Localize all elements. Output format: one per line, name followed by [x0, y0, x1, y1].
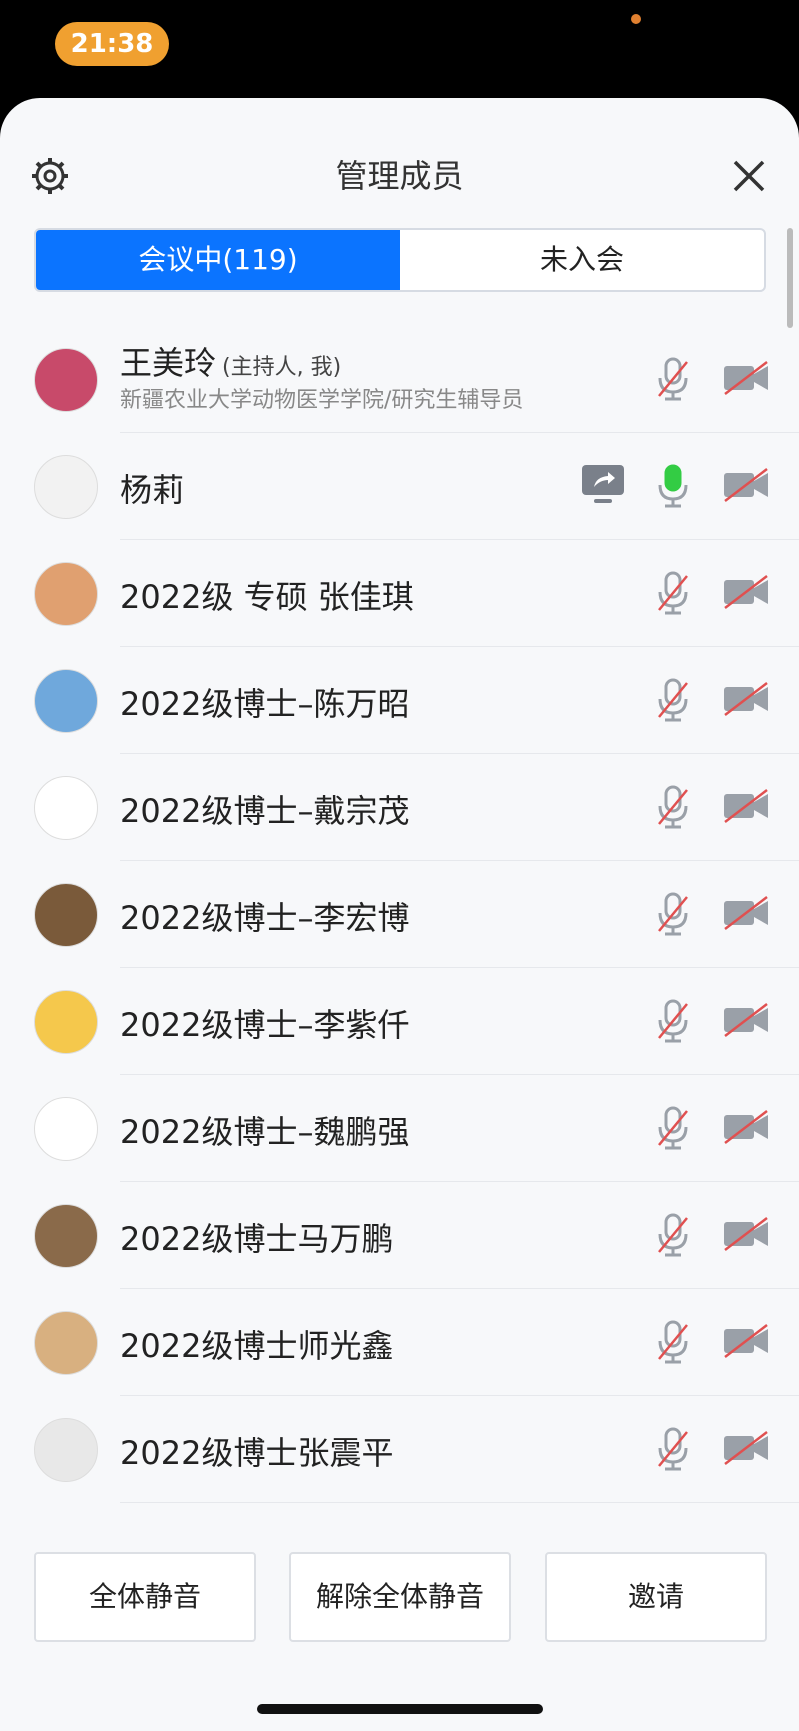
mic-active-icon[interactable]: [656, 463, 690, 509]
member-name-text: 杨莉: [120, 471, 185, 509]
camera-off-icon[interactable]: [722, 1109, 770, 1145]
avatar: [34, 455, 98, 519]
mic-muted-icon[interactable]: [656, 998, 690, 1044]
home-indicator: [257, 1704, 543, 1714]
invite-button[interactable]: 邀请: [545, 1552, 767, 1642]
member-row[interactable]: 2022级博士–陈万昭: [0, 647, 799, 754]
member-row[interactable]: 2022级博士–李紫仟: [0, 968, 799, 1075]
member-name: 2022级博士–戴宗茂: [120, 786, 409, 832]
mute-all-button[interactable]: 全体静音: [34, 1552, 256, 1642]
tab-not-joined[interactable]: 未入会: [400, 230, 764, 290]
tab-in-meeting[interactable]: 会议中(119): [36, 230, 400, 290]
mic-muted-icon[interactable]: [656, 1426, 690, 1472]
mic-muted-icon[interactable]: [656, 570, 690, 616]
avatar: [34, 990, 98, 1054]
mic-muted-icon[interactable]: [656, 1319, 690, 1365]
member-name: 杨莉: [120, 465, 184, 511]
member-role-tag: (主持人, 我): [222, 355, 342, 380]
member-name: 2022级博士–李紫仟: [120, 1000, 409, 1046]
member-row[interactable]: 2022级 专硕 张佳琪: [0, 540, 799, 647]
member-row[interactable]: 2022级博士张震平: [0, 1396, 799, 1503]
status-time: 21:38: [55, 22, 169, 66]
camera-off-icon[interactable]: [722, 1430, 770, 1466]
footer-actions: 全体静音 解除全体静音 邀请: [0, 1534, 799, 1731]
member-list: 王美玲 (主持人, 我) 新疆农业大学动物医学学院/研究生辅导员杨莉 2022级 专硕…: [0, 326, 799, 1632]
member-tabs: 会议中(119) 未入会: [34, 228, 766, 292]
avatar: [34, 1418, 98, 1482]
camera-off-icon[interactable]: [722, 1323, 770, 1359]
camera-off-icon[interactable]: [722, 788, 770, 824]
camera-off-icon[interactable]: [722, 360, 770, 396]
member-name-text: 2022级博士–李紫仟: [120, 1006, 410, 1044]
camera-off-icon[interactable]: [722, 467, 770, 503]
member-name: 2022级博士师光鑫: [120, 1321, 393, 1367]
camera-off-icon[interactable]: [722, 681, 770, 717]
member-name: 2022级博士–魏鹏强: [120, 1107, 409, 1153]
member-name-text: 2022级 专硕 张佳琪: [120, 578, 414, 616]
member-row[interactable]: 2022级博士–李宏博: [0, 861, 799, 968]
close-icon[interactable]: [729, 156, 769, 196]
status-bar: 21:38: [0, 0, 799, 100]
camera-off-icon[interactable]: [722, 895, 770, 931]
mic-muted-icon[interactable]: [656, 891, 690, 937]
unmute-all-button[interactable]: 解除全体静音: [289, 1552, 511, 1642]
mic-muted-icon[interactable]: [656, 1105, 690, 1151]
mic-muted-icon[interactable]: [656, 356, 690, 402]
page-title: 管理成员: [335, 157, 464, 195]
avatar: [34, 1204, 98, 1268]
member-name: 2022级博士–陈万昭: [120, 679, 409, 725]
member-name: 王美玲 (主持人, 我): [120, 338, 341, 384]
avatar: [34, 1311, 98, 1375]
mic-muted-icon[interactable]: [656, 784, 690, 830]
member-row[interactable]: 2022级博士马万鹏: [0, 1182, 799, 1289]
member-row[interactable]: 王美玲 (主持人, 我) 新疆农业大学动物医学学院/研究生辅导员: [0, 326, 799, 433]
member-name-text: 2022级博士–李宏博: [120, 899, 410, 937]
member-row[interactable]: 2022级博士师光鑫: [0, 1289, 799, 1396]
member-name: 2022级 专硕 张佳琪: [120, 572, 414, 618]
avatar: [34, 1097, 98, 1161]
camera-off-icon[interactable]: [722, 574, 770, 610]
member-name-text: 2022级博士张震平: [120, 1434, 394, 1472]
member-name-text: 2022级博士–戴宗茂: [120, 792, 410, 830]
member-name-text: 2022级博士–陈万昭: [120, 685, 410, 723]
member-row[interactable]: 2022级博士–魏鹏强: [0, 1075, 799, 1182]
manage-members-sheet: 管理成员 会议中(119) 未入会 王美玲 (主持人, 我) 新疆农业大学动物医学学…: [0, 98, 799, 1731]
avatar: [34, 562, 98, 626]
member-name-text: 2022级博士马万鹏: [120, 1220, 394, 1258]
avatar: [34, 776, 98, 840]
member-row[interactable]: 2022级博士–戴宗茂: [0, 754, 799, 861]
member-name-text: 2022级博士–魏鹏强: [120, 1113, 410, 1151]
scrollbar[interactable]: [787, 228, 793, 328]
avatar: [34, 883, 98, 947]
mic-muted-icon[interactable]: [656, 677, 690, 723]
member-name: 2022级博士张震平: [120, 1428, 393, 1474]
screen-share-icon[interactable]: [580, 463, 626, 507]
avatar: [34, 669, 98, 733]
sheet-header: 管理成员: [0, 98, 799, 220]
recording-indicator: [631, 14, 641, 24]
member-name: 2022级博士马万鹏: [120, 1214, 393, 1260]
camera-off-icon[interactable]: [722, 1216, 770, 1252]
member-name-text: 王美玲: [120, 344, 217, 382]
member-row[interactable]: 杨莉: [0, 433, 799, 540]
mic-muted-icon[interactable]: [656, 1212, 690, 1258]
member-name: 2022级博士–李宏博: [120, 893, 409, 939]
member-subtitle: 新疆农业大学动物医学学院/研究生辅导员: [120, 388, 524, 413]
camera-off-icon[interactable]: [722, 1002, 770, 1038]
avatar: [34, 348, 98, 412]
member-name-text: 2022级博士师光鑫: [120, 1327, 394, 1365]
